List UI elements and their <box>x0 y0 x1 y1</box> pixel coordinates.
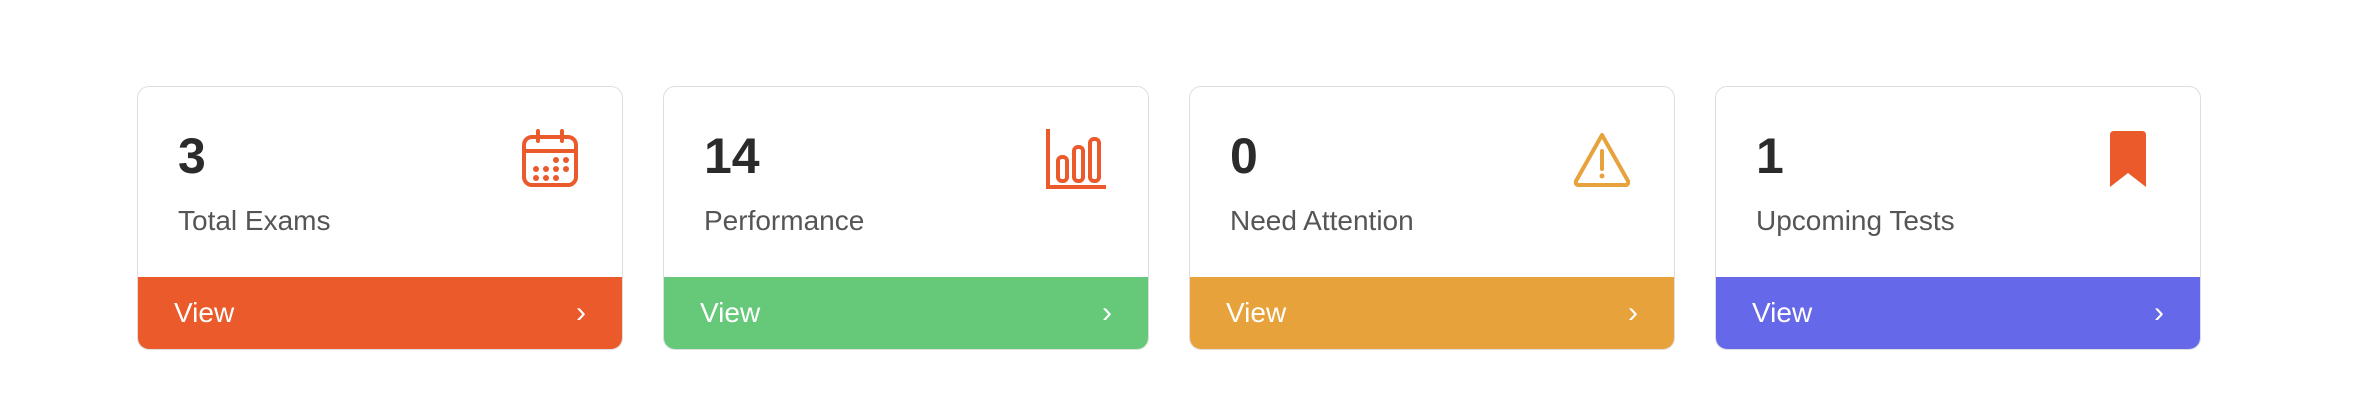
card-body: 1 Upcoming Tests <box>1716 87 2200 277</box>
chevron-right-icon: › <box>1628 296 1638 329</box>
calendar-icon <box>518 127 582 191</box>
stat-card-need-attention: 0 Need Attention View › <box>1189 86 1675 350</box>
view-label: View <box>174 297 235 328</box>
card-body: 3 Total Exams <box>138 87 622 277</box>
chevron-right-icon: › <box>1102 296 1112 329</box>
bookmark-icon <box>2096 127 2160 191</box>
view-label: View <box>1226 297 1287 328</box>
chevron-right-icon: › <box>576 296 586 329</box>
stat-card-performance: 14 Performance View › <box>663 86 1149 350</box>
stat-card-upcoming-tests: 1 Upcoming Tests View › <box>1715 86 2201 350</box>
stat-label: Performance <box>704 205 865 236</box>
view-button[interactable]: View › <box>138 277 622 349</box>
stat-label: Upcoming Tests <box>1756 205 1955 236</box>
view-label: View <box>700 297 761 328</box>
bar-chart-icon <box>1044 127 1108 191</box>
stat-label: Total Exams <box>178 205 331 236</box>
chevron-right-icon: › <box>2154 296 2164 329</box>
card-body: 14 Performance <box>664 87 1148 277</box>
view-button[interactable]: View › <box>1190 277 1674 349</box>
view-label: View <box>1752 297 1813 328</box>
stat-card-total-exams: 3 Total Exams View › <box>137 86 623 350</box>
stat-label: Need Attention <box>1230 205 1414 236</box>
view-button[interactable]: View › <box>1716 277 2200 349</box>
view-button[interactable]: View › <box>664 277 1148 349</box>
stats-cards: 3 Total Exams View › 14 Performance View… <box>137 86 2201 350</box>
card-body: 0 Need Attention <box>1190 87 1674 277</box>
warning-icon <box>1570 127 1634 191</box>
